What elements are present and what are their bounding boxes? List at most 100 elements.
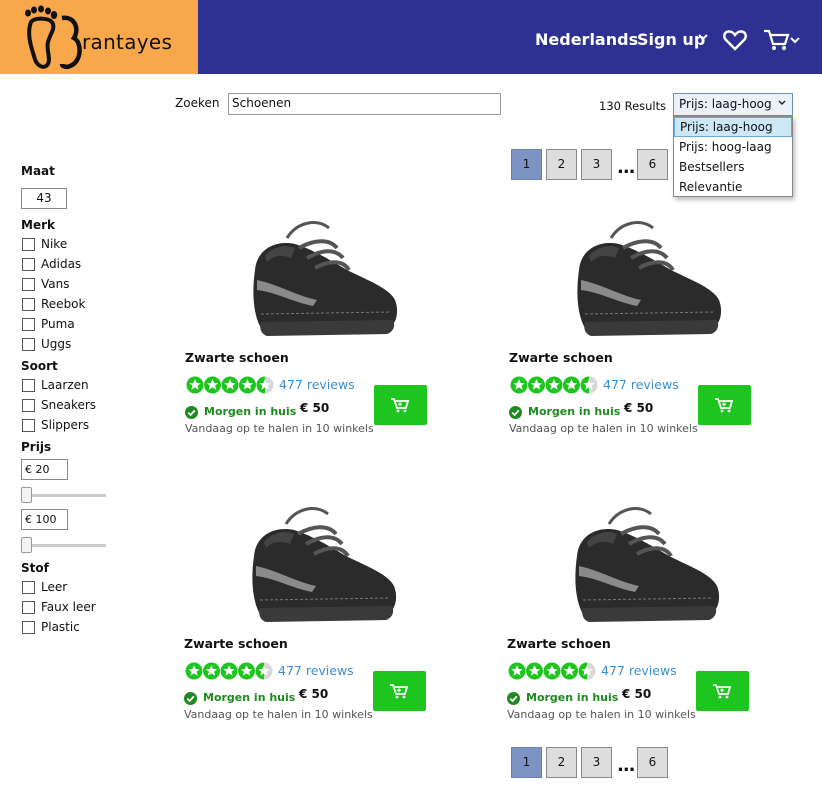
- feet-logo-icon: [25, 5, 82, 70]
- checkbox-label: Laarzen: [41, 378, 89, 392]
- checkbox[interactable]: [22, 379, 35, 392]
- price-min-input[interactable]: € 20: [21, 459, 68, 480]
- logo[interactable]: rantayes: [0, 0, 198, 74]
- checkbox-label: Vans: [41, 277, 70, 291]
- product-price: € 50: [299, 687, 329, 701]
- delivery-status: Morgen in huis: [203, 691, 296, 704]
- delivery-status: Morgen in huis: [526, 691, 619, 704]
- language-selector[interactable]: Nederlands: [535, 30, 638, 49]
- page-1-button[interactable]: 1: [511, 747, 542, 778]
- heart-icon[interactable]: [723, 29, 747, 51]
- filter-size-title: Maat: [21, 164, 55, 178]
- price-max-input[interactable]: € 100: [21, 509, 68, 530]
- price-max-slider-track: [22, 544, 106, 547]
- checkbox[interactable]: [22, 258, 35, 271]
- product-title[interactable]: Zwarte schoen: [507, 636, 611, 651]
- product-image[interactable]: [541, 218, 726, 348]
- sort-option-bestsellers[interactable]: Bestsellers: [674, 157, 792, 177]
- checkbox-label: Puma: [41, 317, 75, 331]
- star-rating: [510, 376, 598, 394]
- chevron-down-icon: [778, 100, 786, 105]
- add-to-cart-button[interactable]: [698, 385, 751, 425]
- sort-dropdown: Prijs: laag-hoog Prijs: hoog-laag Bestse…: [673, 116, 793, 197]
- sort-selected-value: Prijs: laag-hoog: [679, 97, 772, 111]
- checkbox[interactable]: [22, 298, 35, 311]
- pickup-info: Vandaag op te halen in 10 winkels: [509, 422, 698, 435]
- checkbox-label: Plastic: [41, 620, 80, 634]
- check-circle-icon: [509, 406, 522, 419]
- delivery-status: Morgen in huis: [528, 405, 621, 418]
- sort-option-relevance[interactable]: Relevantie: [674, 177, 792, 197]
- check-circle-icon: [184, 692, 197, 705]
- signup-link[interactable]: Sign up: [637, 30, 705, 49]
- checkbox-label: Leer: [41, 580, 68, 594]
- price-min-slider[interactable]: [21, 487, 32, 503]
- checkbox[interactable]: [22, 601, 35, 614]
- page-3-button[interactable]: 3: [581, 149, 612, 180]
- reviews-link[interactable]: 477 reviews: [601, 663, 677, 678]
- pagination-ellipsis: ...: [617, 755, 635, 776]
- check-circle-icon: [185, 406, 198, 419]
- chevron-down-icon[interactable]: [698, 32, 708, 42]
- page-2-button[interactable]: 2: [546, 747, 577, 778]
- product-price: € 50: [622, 687, 652, 701]
- product-card[interactable]: Zwarte schoen 477 reviews Morgen in huis…: [507, 504, 767, 744]
- checkbox-label: Nike: [41, 237, 68, 251]
- check-circle-icon: [507, 692, 520, 705]
- cart-icon: [391, 398, 410, 413]
- cart-icon[interactable]: [763, 28, 801, 52]
- pickup-info: Vandaag op te halen in 10 winkels: [185, 422, 374, 435]
- product-price: € 50: [624, 401, 654, 415]
- product-image[interactable]: [216, 504, 401, 634]
- checkbox[interactable]: [22, 419, 35, 432]
- reviews-link[interactable]: 477 reviews: [603, 377, 679, 392]
- page-6-button[interactable]: 6: [637, 149, 668, 180]
- size-input[interactable]: 43: [21, 188, 67, 209]
- add-to-cart-button[interactable]: [373, 671, 426, 711]
- checkbox-label: Faux leer: [41, 600, 96, 614]
- checkbox[interactable]: [22, 318, 35, 331]
- filter-type-title: Soort: [21, 359, 58, 373]
- product-card[interactable]: Zwarte schoen 477 reviews Morgen in huis…: [509, 218, 769, 458]
- checkbox[interactable]: [22, 278, 35, 291]
- checkbox[interactable]: [22, 338, 35, 351]
- product-title[interactable]: Zwarte schoen: [184, 636, 288, 651]
- product-title[interactable]: Zwarte schoen: [509, 350, 613, 365]
- product-card[interactable]: Zwarte schoen 477 reviews Morgen in huis…: [184, 504, 444, 744]
- reviews-link[interactable]: 477 reviews: [279, 377, 355, 392]
- sort-option-price-desc[interactable]: Prijs: hoog-laag: [674, 137, 792, 157]
- checkbox[interactable]: [22, 238, 35, 251]
- brand-name: rantayes: [82, 30, 173, 54]
- search-label: Zoeken: [175, 96, 220, 110]
- checkbox[interactable]: [22, 581, 35, 594]
- search-input[interactable]: Schoenen: [228, 93, 501, 115]
- checkbox-label: Sneakers: [41, 398, 97, 412]
- filter-material-title: Stof: [21, 561, 49, 575]
- product-title[interactable]: Zwarte schoen: [185, 350, 289, 365]
- add-to-cart-button[interactable]: [374, 385, 427, 425]
- sort-select[interactable]: Prijs: laag-hoog: [673, 93, 793, 116]
- page-6-button[interactable]: 6: [637, 747, 668, 778]
- product-card[interactable]: Zwarte schoen 477 reviews Morgen in huis…: [185, 218, 445, 458]
- add-to-cart-button[interactable]: [696, 671, 749, 711]
- page-3-button[interactable]: 3: [581, 747, 612, 778]
- cart-icon: [390, 684, 409, 699]
- delivery-status: Morgen in huis: [204, 405, 297, 418]
- checkbox[interactable]: [22, 399, 35, 412]
- price-max-slider[interactable]: [21, 537, 32, 553]
- product-image[interactable]: [217, 218, 402, 348]
- pickup-info: Vandaag op te halen in 10 winkels: [184, 708, 373, 721]
- star-rating: [186, 376, 274, 394]
- checkbox-label: Adidas: [41, 257, 82, 271]
- reviews-link[interactable]: 477 reviews: [278, 663, 354, 678]
- checkbox[interactable]: [22, 621, 35, 634]
- page-2-button[interactable]: 2: [546, 149, 577, 180]
- checkbox-label: Slippers: [41, 418, 90, 432]
- product-image[interactable]: [539, 504, 724, 634]
- star-rating: [185, 662, 273, 680]
- pickup-info: Vandaag op te halen in 10 winkels: [507, 708, 696, 721]
- checkbox-label: Uggs: [41, 337, 72, 351]
- page-1-button[interactable]: 1: [511, 149, 542, 180]
- cart-icon: [715, 398, 734, 413]
- sort-option-price-asc[interactable]: Prijs: laag-hoog: [674, 117, 792, 137]
